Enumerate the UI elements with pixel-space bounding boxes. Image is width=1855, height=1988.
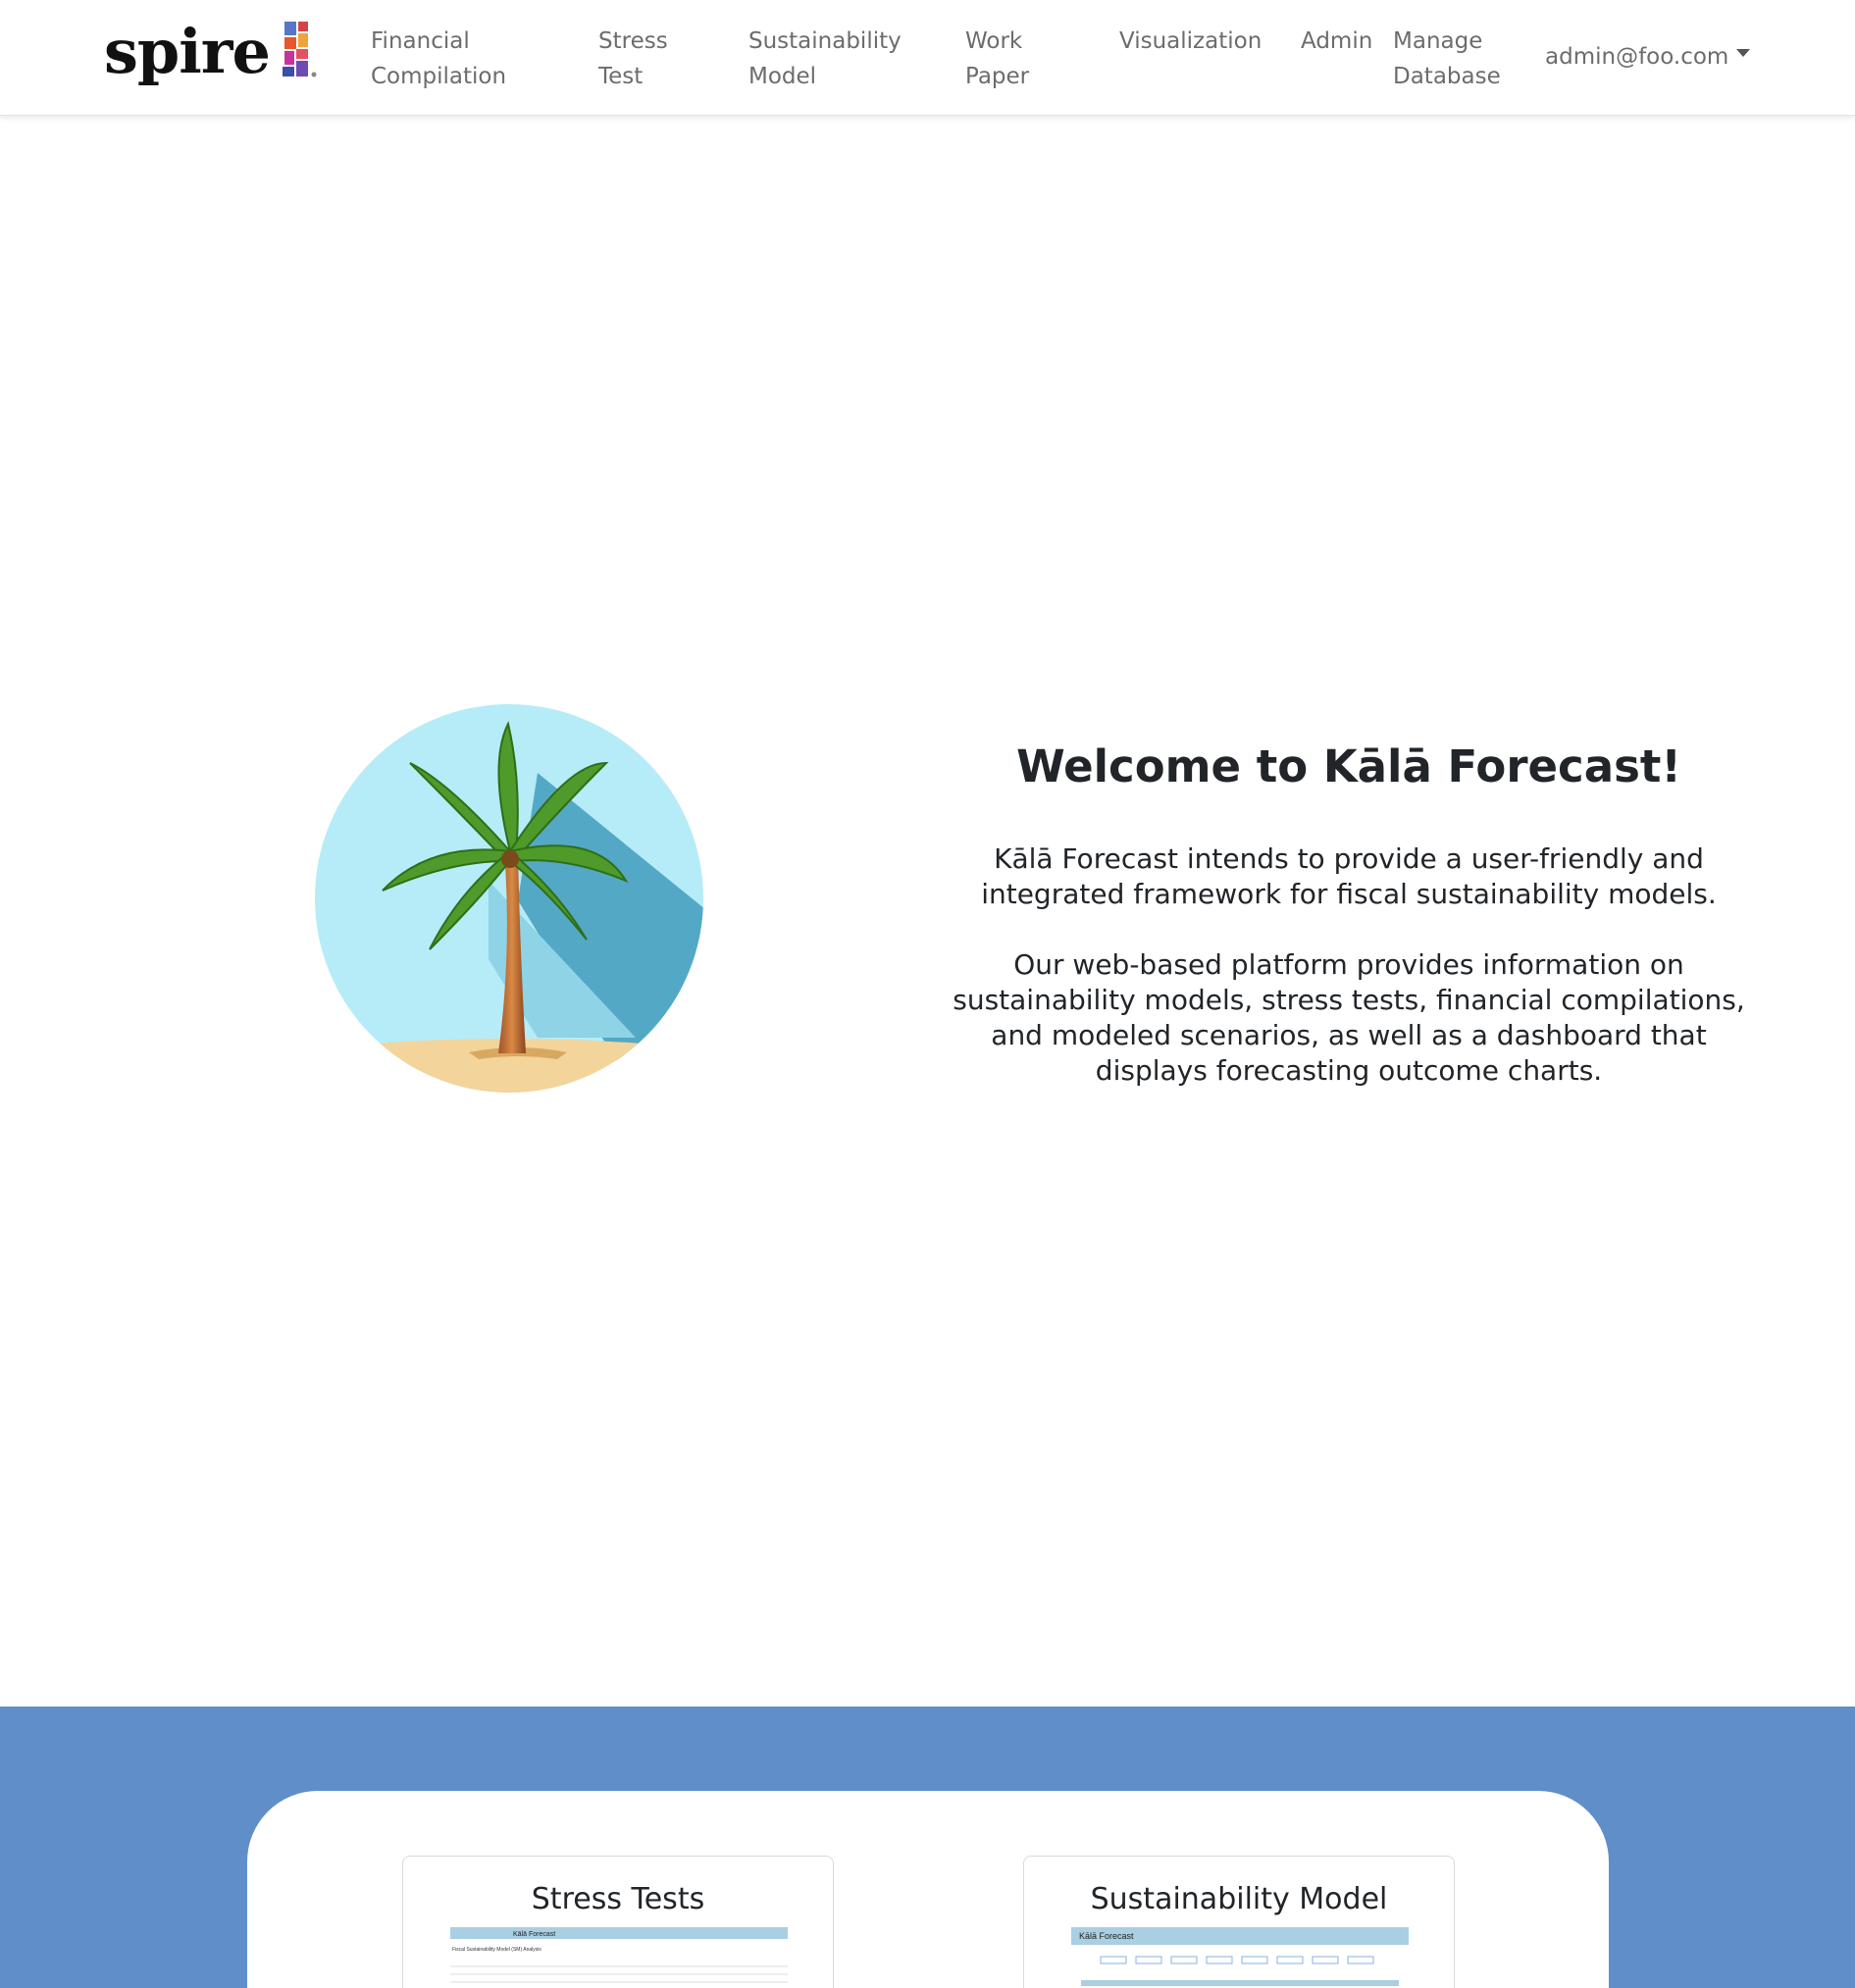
hero-text-block: Welcome to Kālā Forecast! Kālā Forecast …: [942, 738, 1756, 1124]
nav-label: Work: [965, 28, 1023, 54]
nav-label: Manage: [1393, 28, 1483, 54]
card-title: Stress Tests: [531, 1882, 705, 1916]
stress-tests-screenshot-thumbnail: Kālā Forecast Fiscal Sustainability Mode…: [450, 1927, 788, 1983]
nav-visualization[interactable]: Visualization: [1119, 24, 1262, 59]
nav-label: Database: [1393, 64, 1501, 89]
nav-label: Compilation: [371, 64, 507, 89]
nav-sustainability-model[interactable]: Sustainability Model: [748, 24, 902, 94]
brand-logo[interactable]: spire: [104, 16, 317, 98]
nav-label: Paper: [965, 64, 1030, 89]
nav-manage-database[interactable]: Manage Database: [1393, 24, 1501, 94]
brand-name: spire: [104, 16, 271, 87]
thumb-subtitle: Fiscal Sustainability Model (SM) Analysi…: [452, 1947, 541, 1953]
top-navbar: spire Financial Compilation Stress Test …: [0, 0, 1855, 116]
nav-label: Stress: [598, 28, 668, 54]
nav-label: Sustainability: [748, 28, 902, 54]
page-title: Welcome to Kālā Forecast!: [1016, 740, 1681, 792]
nav-label: Financial: [371, 28, 470, 54]
nav-label: Test: [598, 64, 644, 89]
nav-label: Visualization: [1119, 28, 1262, 54]
nav-label: Admin: [1301, 28, 1373, 54]
nav-admin[interactable]: Admin: [1301, 24, 1372, 59]
spire-logo-icon: [283, 22, 317, 77]
sustainability-model-screenshot-thumbnail: Kālā Forecast: [1071, 1927, 1409, 1986]
nav-work-paper[interactable]: Work Paper: [965, 24, 1029, 94]
platform-paragraph: Our web-based platform provides informat…: [953, 948, 1745, 1087]
nav-stress-test[interactable]: Stress Test: [598, 24, 668, 94]
user-email: admin@foo.com: [1545, 44, 1729, 70]
card-title: Sustainability Model: [1090, 1882, 1388, 1916]
nav-label: Model: [748, 64, 817, 89]
thumb-caption: Kālā Forecast: [1079, 1931, 1134, 1941]
nav-financial-compilation[interactable]: Financial Compilation: [371, 24, 506, 94]
chevron-down-icon: [1736, 49, 1751, 57]
intro-paragraph: Kālā Forecast intends to provide a user-…: [981, 842, 1717, 910]
user-menu-dropdown[interactable]: admin@foo.com: [1545, 39, 1751, 75]
thumb-caption: Kālā Forecast: [513, 1931, 555, 1938]
stress-tests-card[interactable]: Stress Tests Kālā Forecast Fiscal Sustai…: [402, 1856, 834, 1988]
sustainability-model-card[interactable]: Sustainability Model Kālā Forecast: [1023, 1856, 1455, 1988]
palm-tree-illustration: [315, 704, 703, 1093]
